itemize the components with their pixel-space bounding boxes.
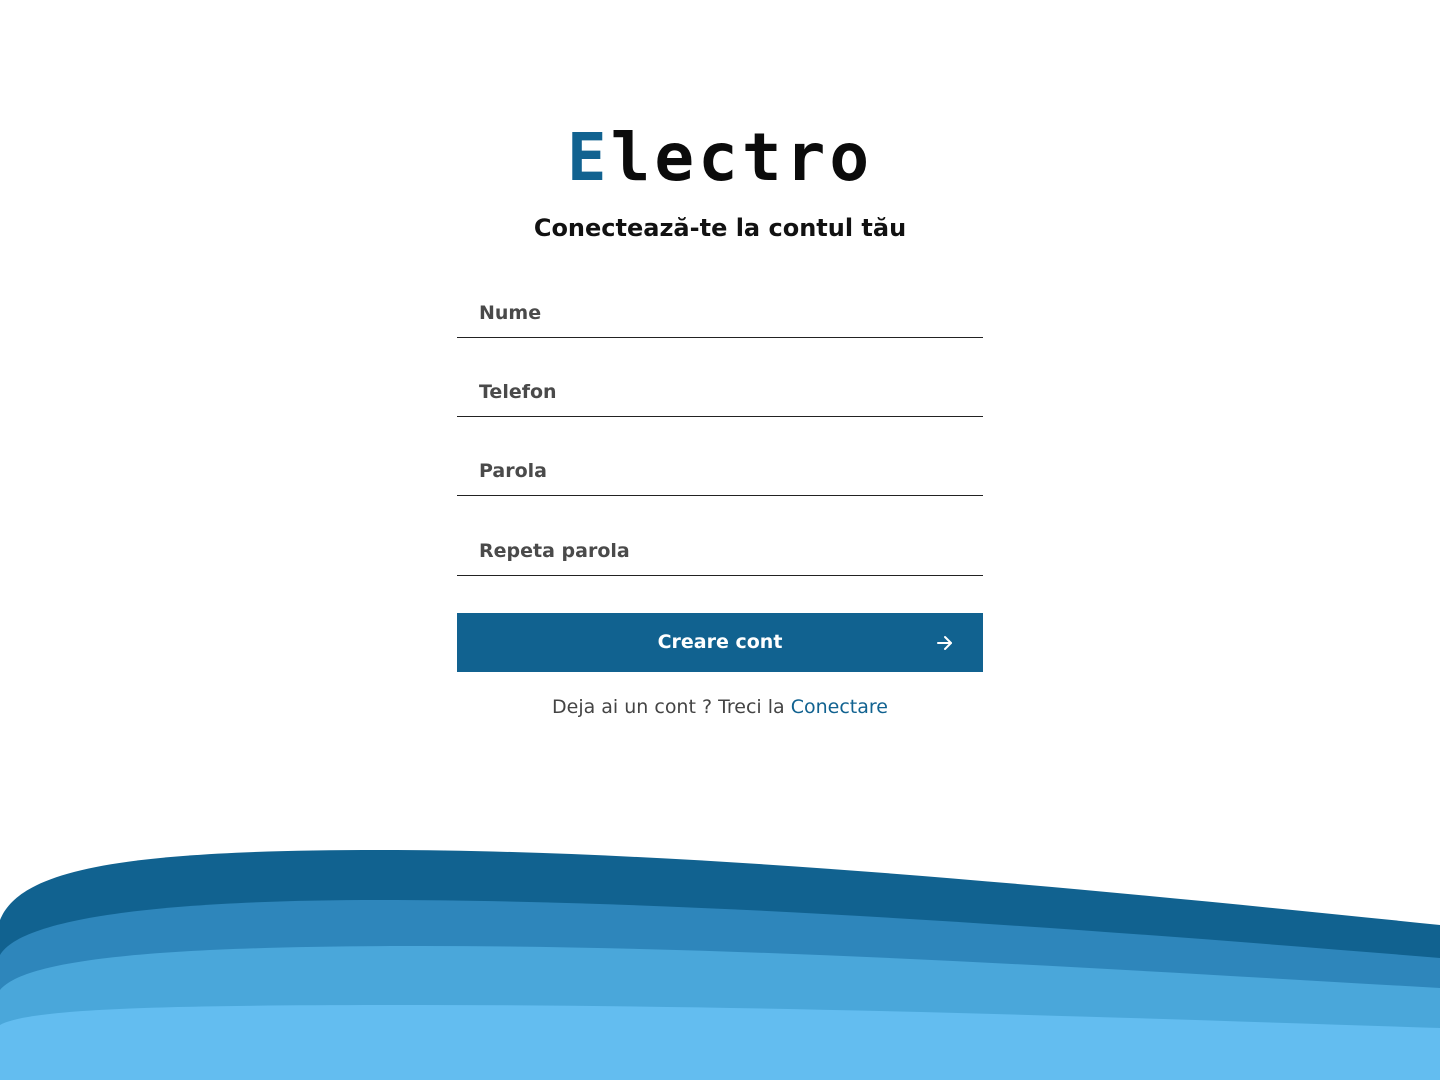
phone-input[interactable] [457,367,983,416]
name-field-container [457,288,983,338]
name-input[interactable] [457,288,983,337]
repeat-password-field-container [457,526,983,576]
brand-logo: Electro [0,125,1440,191]
login-prompt-text: Deja ai un cont ? Treci la [552,696,785,718]
brand-logo-initial: E [566,119,611,196]
password-field-container [457,446,983,496]
login-prompt: Deja ai un cont ? Treci la Conectare [0,692,1440,722]
brand-logo-rest: lectro [610,119,874,196]
create-account-button-label: Creare cont [657,631,783,653]
create-account-button[interactable]: Creare cont [457,613,983,672]
repeat-password-input[interactable] [457,526,983,575]
decorative-waves [0,850,1440,1080]
login-link[interactable]: Conectare [791,696,888,718]
page-title: Conectează-te la contul tău [533,214,907,242]
phone-field-container [457,367,983,417]
password-input[interactable] [457,446,983,495]
arrow-right-icon [937,636,952,650]
